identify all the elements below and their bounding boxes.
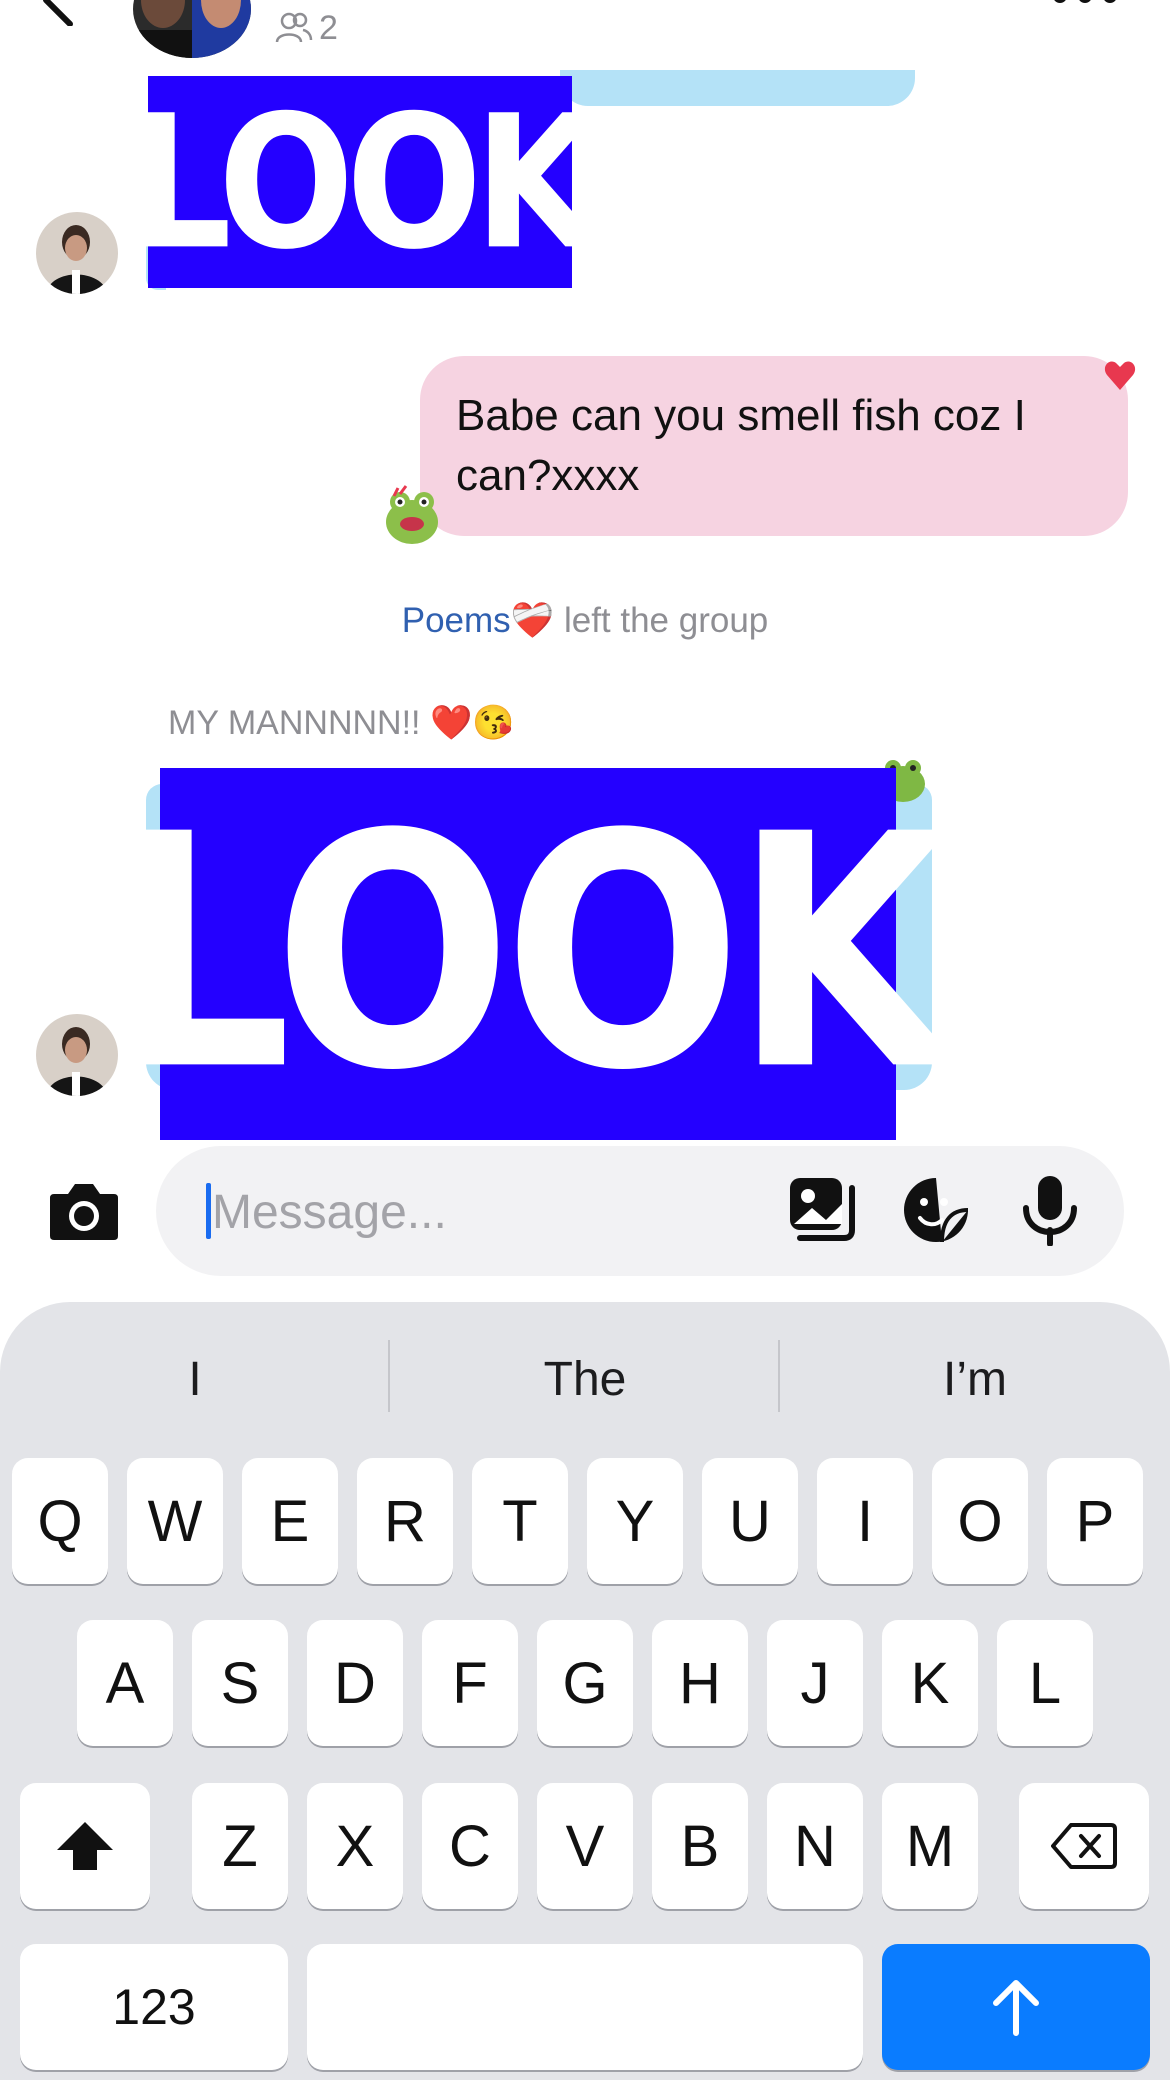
key-j[interactable]: J [767, 1620, 863, 1746]
key-o[interactable]: O [932, 1458, 1028, 1584]
backspace-icon [1051, 1823, 1117, 1869]
reply-label: MY MANNNNN!! ❤️😘 [168, 704, 515, 742]
shift-icon [57, 1822, 113, 1870]
key-r[interactable]: R [357, 1458, 453, 1584]
key-s[interactable]: S [192, 1620, 288, 1746]
sticker-look[interactable]: LOOK [113, 767, 950, 1142]
key-q[interactable]: Q [12, 1458, 108, 1584]
key-b[interactable]: B [652, 1783, 748, 1909]
key-w[interactable]: W [127, 1458, 223, 1584]
key-e[interactable]: E [242, 1458, 338, 1584]
backspace-key[interactable] [1019, 1783, 1149, 1909]
key-c[interactable]: C [422, 1783, 518, 1909]
sticker-text: LOOK [129, 74, 598, 290]
send-arrow-icon [993, 1980, 1039, 2036]
back-arrow-icon[interactable] [30, 0, 86, 26]
sender-avatar[interactable] [36, 1014, 118, 1096]
key-h[interactable]: H [652, 1620, 748, 1746]
key-y[interactable]: Y [587, 1458, 683, 1584]
key-m[interactable]: M [882, 1783, 978, 1909]
member-count-value: 2 [319, 8, 338, 47]
members-icon [275, 12, 313, 43]
group-avatar[interactable] [133, 0, 251, 58]
send-key[interactable] [882, 1944, 1150, 2070]
member-count[interactable]: 2 [275, 8, 338, 48]
message-input[interactable] [212, 1182, 712, 1242]
suggestion-1[interactable]: I [0, 1340, 390, 1420]
system-user-name[interactable]: Poems❤️‍🩹 [402, 601, 555, 640]
key-u[interactable]: U [702, 1458, 798, 1584]
key-z[interactable]: Z [192, 1783, 288, 1909]
camera-icon[interactable] [48, 1178, 120, 1244]
sticker-look[interactable]: LOOK [130, 74, 598, 289]
key-a[interactable]: A [77, 1620, 173, 1746]
key-v[interactable]: V [537, 1783, 633, 1909]
key-i[interactable]: I [817, 1458, 913, 1584]
frog-reaction-icon [386, 485, 438, 544]
sticker-icon[interactable] [900, 1174, 972, 1246]
system-action: left the group [554, 601, 769, 640]
key-n[interactable]: N [767, 1783, 863, 1909]
heart-icon [1104, 361, 1136, 390]
gallery-icon[interactable] [786, 1174, 858, 1246]
message-text: Babe can you smell fish coz I can?xxxx [456, 391, 1026, 500]
suggestion-3[interactable]: I’m [780, 1340, 1170, 1420]
outgoing-message[interactable]: Babe can you smell fish coz I can?xxxx [420, 356, 1128, 536]
key-t[interactable]: T [472, 1458, 568, 1584]
key-l[interactable]: L [997, 1620, 1093, 1746]
more-icon[interactable] [1050, 0, 1120, 12]
key-x[interactable]: X [307, 1783, 403, 1909]
message-bubble-background [560, 70, 915, 106]
suggestion-2[interactable]: The [390, 1340, 780, 1420]
text-caret [206, 1183, 211, 1239]
key-d[interactable]: D [307, 1620, 403, 1746]
key-k[interactable]: K [882, 1620, 978, 1746]
key-p[interactable]: P [1047, 1458, 1143, 1584]
shift-key[interactable] [20, 1783, 150, 1909]
sticker-text: LOOK [113, 766, 950, 1142]
numbers-key[interactable]: 123 [20, 1944, 288, 2070]
system-notice: Poems❤️‍🩹 left the group [0, 600, 1170, 641]
sender-avatar[interactable] [36, 212, 118, 294]
key-f[interactable]: F [422, 1620, 518, 1746]
mic-icon[interactable] [1014, 1174, 1086, 1246]
key-g[interactable]: G [537, 1620, 633, 1746]
space-key[interactable] [307, 1944, 863, 2070]
